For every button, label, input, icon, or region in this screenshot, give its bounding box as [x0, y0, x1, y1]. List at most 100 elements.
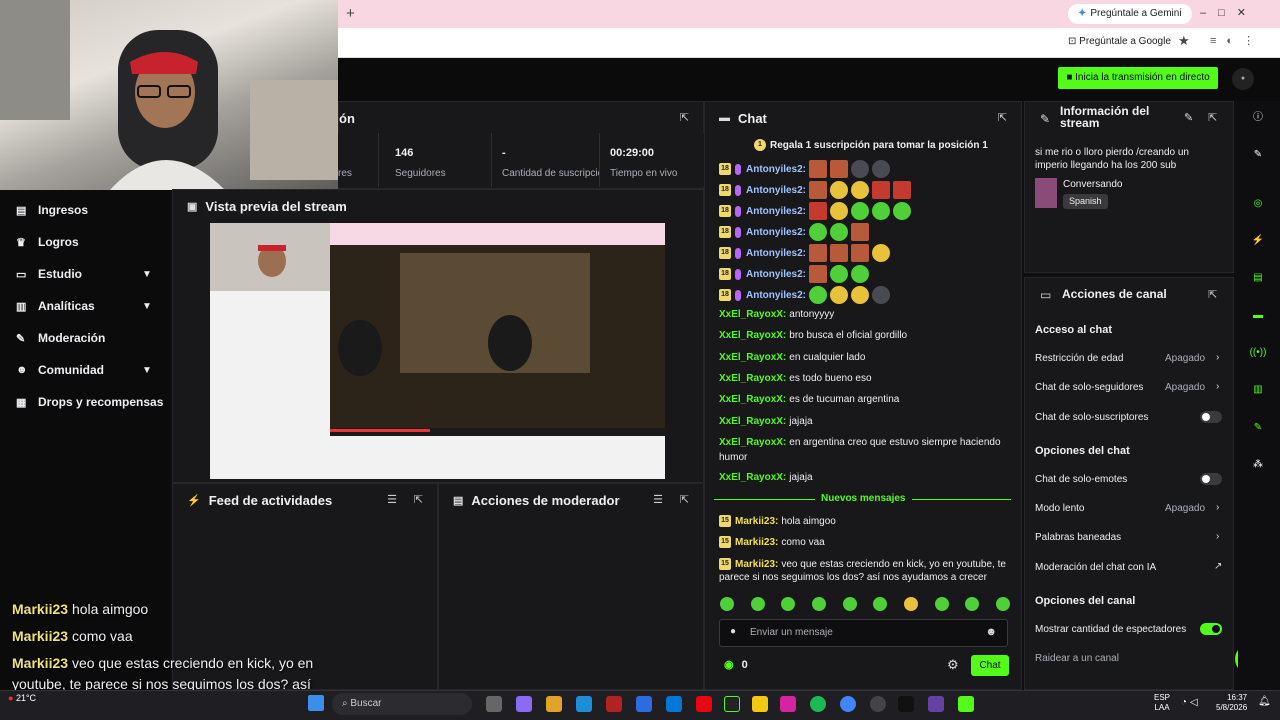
chat-message[interactable]: 18 Antonyiles2:: [719, 223, 870, 241]
mail-icon[interactable]: [666, 696, 682, 712]
sidebar-item-comunidad[interactable]: ☻ Comunidad ▼: [16, 360, 152, 380]
emoji-picker-icon[interactable]: ☻: [985, 626, 997, 638]
channel-points[interactable]: ◉ 0: [724, 658, 748, 672]
app-icon[interactable]: [636, 696, 652, 712]
emote-icon[interactable]: [842, 597, 857, 611]
chevron-right-icon[interactable]: ›: [1216, 502, 1219, 513]
gemini-button[interactable]: ✦ Pregúntale a Gemini: [1068, 4, 1192, 24]
emote-icon[interactable]: [873, 597, 888, 611]
pinned-gift-banner[interactable]: 1 Regala 1 suscripción para tomar la posi…: [754, 139, 988, 151]
edge-icon[interactable]: [576, 696, 592, 712]
chat-bubble-icon[interactable]: ▬: [1248, 306, 1268, 326]
age-restriction-label[interactable]: Restricción de edad: [1035, 353, 1123, 364]
chat-username[interactable]: Antonyiles2:: [746, 290, 806, 301]
info-icon[interactable]: ⓘ: [1248, 108, 1268, 128]
chat-message[interactable]: XxEl_RayoxX: jajaja: [719, 416, 813, 427]
chat-username[interactable]: XxEl_RayoxX:: [719, 373, 786, 384]
emote-icon[interactable]: [903, 597, 918, 611]
emote-icon[interactable]: [720, 597, 734, 611]
chat-username[interactable]: XxEl_RayoxX:: [719, 416, 786, 427]
chat-message[interactable]: 15 Markii23: veo que estas creciendo en ki…: [719, 558, 1006, 570]
chat-username[interactable]: XxEl_RayoxX:: [719, 472, 786, 483]
taskview-icon[interactable]: [486, 696, 502, 712]
raid-channel-label[interactable]: Raidear a un canal: [1035, 653, 1119, 664]
wifi-volume-icons[interactable]: ◔ ◁: [1181, 697, 1198, 708]
chat-message[interactable]: XxEl_RayoxX: es de tucuman argentina: [719, 394, 899, 405]
popout-icon[interactable]: ⇱: [680, 493, 689, 506]
chat-input-box[interactable]: ● Enviar un mensaje ☻: [719, 619, 1008, 647]
weather-widget[interactable]: ● 21°C: [8, 693, 36, 703]
chat-username[interactable]: Antonyiles2:: [746, 248, 806, 259]
banned-words-label[interactable]: Palabras baneadas: [1035, 532, 1121, 543]
spotify-icon[interactable]: [810, 696, 826, 712]
popout-icon[interactable]: ⇱: [414, 493, 423, 506]
user-avatar[interactable]: ●: [1232, 68, 1254, 90]
sidebar-item-logros[interactable]: ♛ Logros: [16, 232, 79, 252]
sidebar-item-drops[interactable]: ▦ Drops y recompensas: [16, 392, 163, 412]
sidebar-item-estudio[interactable]: ▭ Estudio ▼: [16, 264, 152, 284]
emote-icon[interactable]: [750, 597, 765, 611]
subs-only-toggle[interactable]: [1200, 411, 1222, 423]
document-icon[interactable]: ▤: [1248, 268, 1268, 288]
filter-icon[interactable]: ☰: [387, 493, 397, 506]
new-tab-button[interactable]: +: [346, 5, 355, 22]
category-name[interactable]: Conversando: [1063, 179, 1122, 190]
chat-message[interactable]: 15 Markii23: hola aimgoo: [719, 515, 836, 527]
chat-username[interactable]: XxEl_RayoxX:: [719, 437, 786, 448]
popout-icon[interactable]: ⇱: [680, 111, 689, 124]
emote-icon[interactable]: [811, 597, 826, 611]
google-lens-button[interactable]: ⊡ Pregúntale a Google: [1068, 36, 1171, 47]
chevron-right-icon[interactable]: ›: [1216, 531, 1219, 542]
bolt-icon[interactable]: ⚡: [1248, 231, 1268, 251]
sidebar-item-analiticas[interactable]: ▥ Analíticas ▼: [16, 296, 152, 316]
emote-icon[interactable]: [934, 597, 949, 611]
chat-message[interactable]: XxEl_RayoxX: bro busca el oficial gordill…: [719, 330, 907, 341]
app-icon[interactable]: [724, 696, 740, 712]
popout-icon[interactable]: ⇱: [1208, 111, 1217, 124]
chat-message[interactable]: XxEl_RayoxX: en argentina creo que estuvo…: [719, 437, 1001, 448]
layout-icon[interactable]: ▥: [1248, 380, 1268, 400]
wrench-icon[interactable]: ✎: [1248, 418, 1268, 438]
chat-username[interactable]: Antonyiles2:: [746, 185, 806, 196]
input-language[interactable]: ESP LAA: [1154, 693, 1170, 713]
obs-icon[interactable]: [870, 696, 886, 712]
emote-icon[interactable]: [995, 597, 1010, 611]
apps-icon[interactable]: ⁂: [1248, 455, 1268, 475]
netflix-icon[interactable]: [696, 696, 712, 712]
followers-only-label[interactable]: Chat de solo-seguidores: [1035, 382, 1143, 393]
chat-message[interactable]: XxEl_RayoxX: en cualquier lado: [719, 352, 865, 363]
emote-icon[interactable]: [965, 597, 980, 611]
app-icon[interactable]: [606, 696, 622, 712]
chat-username[interactable]: Antonyiles2:: [746, 269, 806, 280]
taskbar-search[interactable]: ⌕ Buscar: [332, 693, 472, 715]
external-link-icon[interactable]: ↗: [1214, 561, 1222, 572]
kick-icon[interactable]: [958, 696, 974, 712]
window-controls[interactable]: –□✕: [1200, 6, 1258, 19]
tiktok-icon[interactable]: [898, 696, 914, 712]
ai-moderation-label[interactable]: Moderación del chat con IA: [1035, 562, 1156, 573]
chat-username[interactable]: Markii23:: [735, 537, 778, 548]
app-icon[interactable]: [752, 696, 768, 712]
chat-message[interactable]: 18 Antonyiles2:: [719, 244, 891, 262]
chat-message[interactable]: 18 Antonyiles2:: [719, 160, 891, 178]
chat-username[interactable]: XxEl_RayoxX:: [719, 394, 786, 405]
chat-username[interactable]: XxEl_RayoxX:: [719, 330, 786, 341]
edit-pencil-icon[interactable]: ✎: [1184, 111, 1193, 124]
chat-message[interactable]: XxEl_RayoxX: jajaja: [719, 472, 813, 483]
popout-icon[interactable]: ⇱: [998, 111, 1007, 124]
windows-start-icon[interactable]: [308, 695, 324, 711]
chat-message[interactable]: 18 Antonyiles2:: [719, 181, 912, 199]
target-icon[interactable]: ◎: [1248, 194, 1268, 214]
popout-icon[interactable]: ⇱: [1208, 288, 1217, 301]
chevron-right-icon[interactable]: ›: [1216, 381, 1219, 392]
file-explorer-icon[interactable]: [546, 696, 562, 712]
chat-username[interactable]: Antonyiles2:: [746, 206, 806, 217]
broadcast-icon[interactable]: ((•)): [1248, 343, 1268, 363]
chat-username[interactable]: Antonyiles2:: [746, 227, 806, 238]
stream-preview-video[interactable]: [210, 223, 665, 479]
chat-message[interactable]: 15 Markii23: como vaa: [719, 536, 825, 548]
instagram-icon[interactable]: [780, 696, 796, 712]
bookmark-star-icon[interactable]: ★: [1178, 33, 1190, 49]
filter-icon[interactable]: ☰: [653, 493, 663, 506]
show-viewers-toggle[interactable]: [1200, 623, 1222, 635]
